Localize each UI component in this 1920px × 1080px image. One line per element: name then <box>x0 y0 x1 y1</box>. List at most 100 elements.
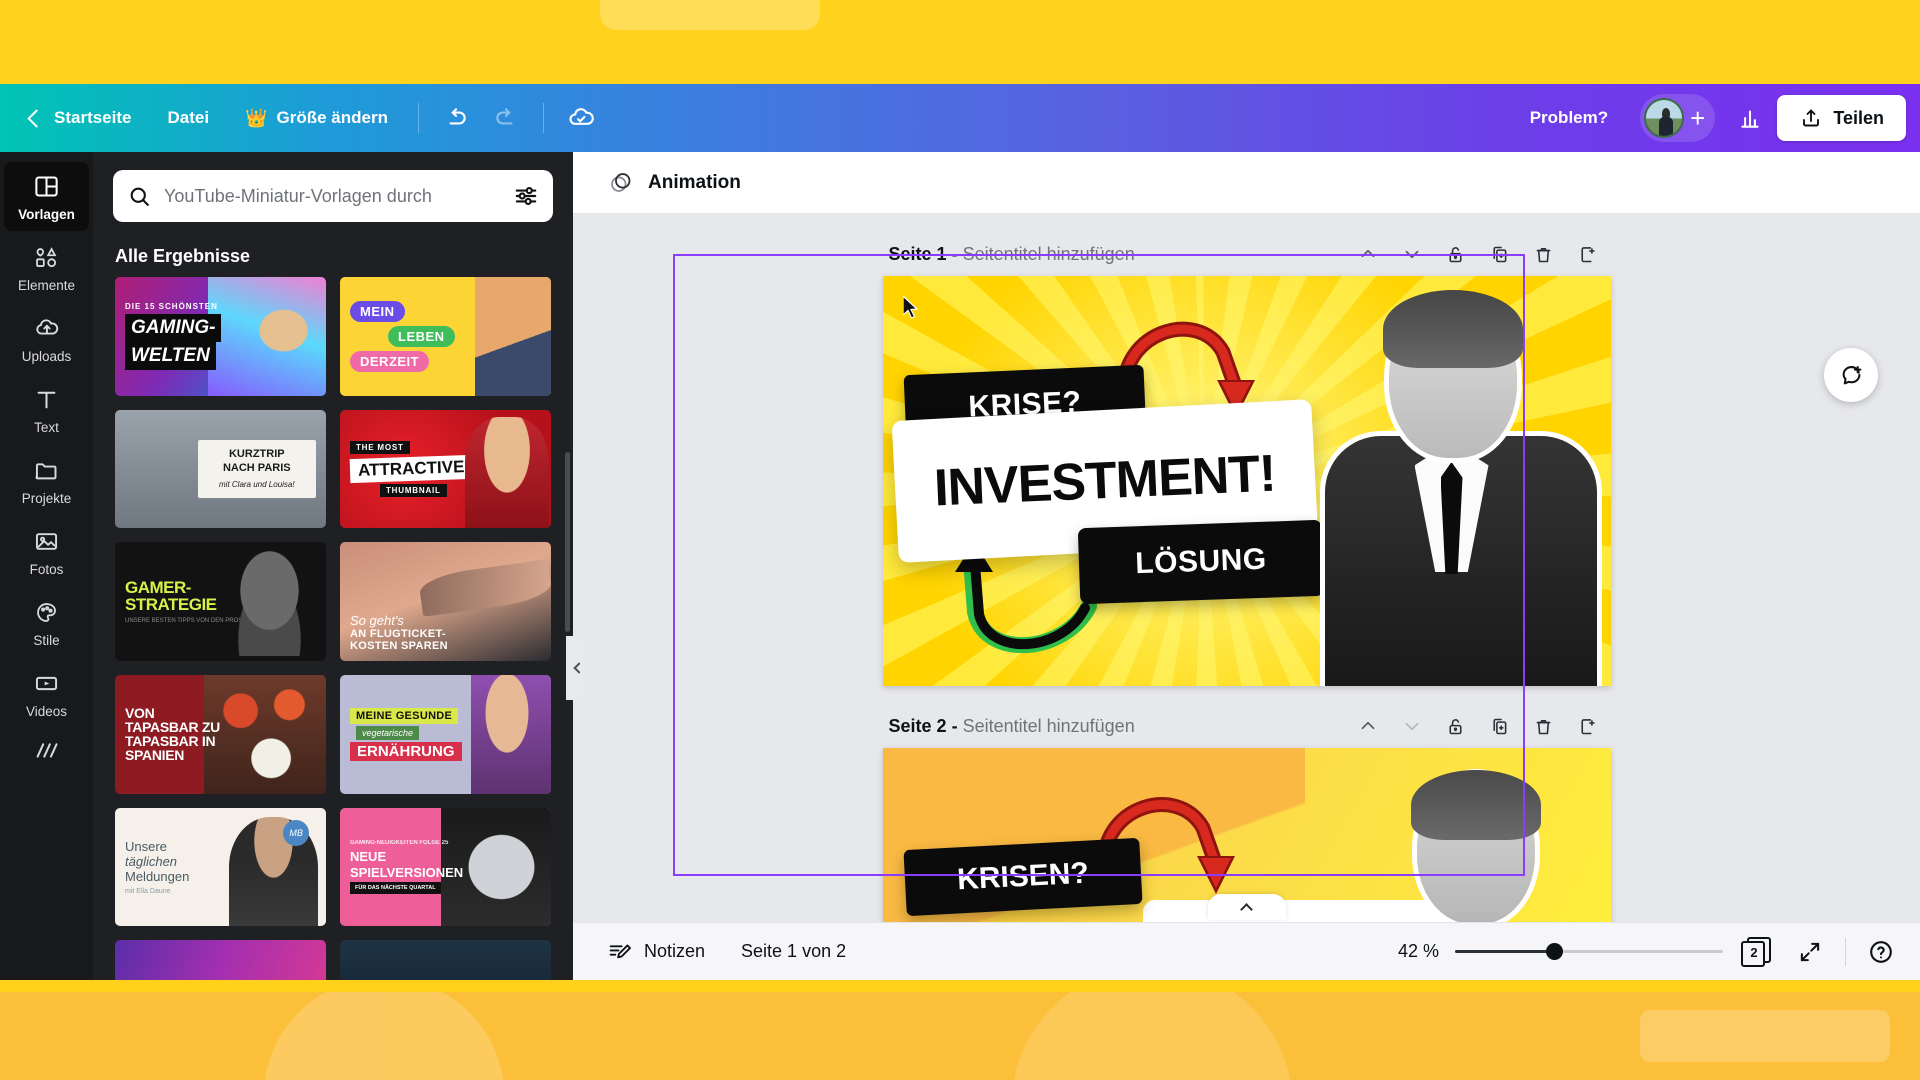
template-card[interactable]: DIE 15 SCHÖNSTEN GAMING- WELTEN <box>115 277 326 396</box>
insights-button[interactable] <box>1727 95 1773 141</box>
person-photo[interactable] <box>1311 286 1611 686</box>
background-icon <box>36 743 58 758</box>
help-button[interactable] <box>1862 933 1900 971</box>
template-card[interactable]: MEIN LEBEN DERZEIT <box>340 277 551 396</box>
lock-page-button[interactable] <box>1439 709 1473 743</box>
redo-button[interactable] <box>483 95 529 141</box>
sidebar-item-projekte[interactable]: Projekte <box>4 446 89 515</box>
delete-page-button[interactable] <box>1527 709 1561 743</box>
page-title-2[interactable]: Seite 2 - Seitentitel hinzufügen <box>889 716 1135 737</box>
animation-circles-icon <box>611 173 631 192</box>
zoom-slider[interactable] <box>1455 941 1723 963</box>
panel-scrollbar[interactable] <box>565 452 570 632</box>
badge-krisen[interactable]: KRISEN? <box>902 837 1143 917</box>
canvas-scroll-area[interactable]: Seite 1 - Seitentitel hinzufügen KRISE? … <box>573 214 1920 922</box>
delete-page-button[interactable] <box>1527 237 1561 271</box>
header-right-group: Problem? + Teilen <box>1516 94 1906 142</box>
template-card[interactable]: GAMING-NEUIGKEITEN FOLGE 25 NEUE SPIELVE… <box>340 807 551 927</box>
sidebar-item-stile[interactable]: Stile <box>4 588 89 657</box>
search-input[interactable] <box>164 185 501 207</box>
duplicate-page-button[interactable] <box>1483 237 1517 271</box>
move-page-up-button[interactable] <box>1351 237 1385 271</box>
scroll-up-chip[interactable] <box>1207 894 1286 920</box>
sidebar-item-elemente[interactable]: Elemente <box>4 233 89 302</box>
page-title-1[interactable]: Seite 1 - Seitentitel hinzufügen <box>889 244 1135 265</box>
template-line-4: mit Ella Daune <box>125 888 171 896</box>
template-main: ATTRACTIVE <box>349 454 473 484</box>
chevron-up-icon <box>1240 902 1253 916</box>
chevron-left-icon <box>572 662 585 674</box>
template-card[interactable]: MB Unsere täglichen Meldungen mit Ella D… <box>115 807 326 927</box>
template-line-2: TAPASBAR ZU <box>125 719 220 736</box>
template-card[interactable]: DIE ROOKIES IN <box>340 940 551 980</box>
header-divider-2 <box>542 103 544 133</box>
duplicate-page-icon <box>1493 246 1507 262</box>
help-question-icon <box>1870 940 1892 963</box>
person-hair <box>1382 290 1523 368</box>
browser-backdrop-bottom <box>0 992 1920 1080</box>
share-button[interactable]: Teilen <box>1777 95 1906 141</box>
template-line-1: GAMING- <box>125 314 222 343</box>
problem-button[interactable]: Problem? <box>1516 99 1622 137</box>
template-card[interactable]: VON TAPASBAR ZU TAPASBAR IN SPANIEN <box>115 675 326 794</box>
template-card[interactable]: KURZTRIP NACH PARIS mit Clara und Louisa… <box>115 409 326 529</box>
add-comment-button[interactable] <box>1824 348 1878 402</box>
notes-label: Notizen <box>644 941 706 961</box>
slider-knob[interactable] <box>1546 943 1564 960</box>
lock-page-button[interactable] <box>1439 237 1473 271</box>
template-card[interactable]: GAMER- STRATEGIE UNSERE BESTEN TIPPS VON… <box>115 542 326 662</box>
photo-icon <box>35 533 58 550</box>
sidebar-item-videos[interactable]: Videos <box>4 659 89 728</box>
left-sidebar: Vorlagen Elemente Uploads Text Projekte … <box>0 152 93 980</box>
undo-button[interactable] <box>433 95 479 141</box>
collaborators-group[interactable]: + <box>1640 94 1716 142</box>
design-canvas-page-1[interactable]: KRISE? INVESTMENT! LÖSUNG <box>882 276 1611 686</box>
template-card[interactable]: MEINE GESUNDE vegetarische ERNÄHRUNG <box>340 675 551 794</box>
template-line-1: NEUE <box>350 849 387 865</box>
page-manager-button[interactable]: 2 <box>1739 935 1775 969</box>
file-menu-button[interactable]: Datei <box>151 99 225 137</box>
badge-loesung[interactable]: LÖSUNG <box>1077 519 1324 605</box>
duplicate-page-button[interactable] <box>1483 709 1517 743</box>
template-card-label: GAMING-NEUIGKEITEN FOLGE 25 NEUE SPIELVE… <box>340 808 551 927</box>
template-line-3: TAPASBAR IN <box>125 733 216 750</box>
sidebar-item-vorlagen[interactable]: Vorlagen <box>4 162 89 231</box>
animation-button[interactable]: Animation <box>595 161 753 204</box>
template-card[interactable]: THE MOST ATTRACTIVE THUMBNAIL <box>340 409 551 529</box>
sidebar-item-uploads[interactable]: Uploads <box>4 304 89 373</box>
filter-sliders-icon[interactable] <box>513 183 539 209</box>
template-card-label: EINE BASIS <box>115 940 326 980</box>
page-separator-1: - <box>951 243 958 264</box>
add-page-button[interactable] <box>1571 237 1605 271</box>
template-card[interactable]: So geht's AN FLUGTICKET- KOSTEN SPAREN <box>340 542 551 662</box>
sidebar-item-text[interactable]: Text <box>4 375 89 444</box>
template-line-2: SPIELVERSIONEN <box>350 865 464 881</box>
sidebar-label-projekte: Projekte <box>21 491 72 506</box>
fullscreen-button[interactable] <box>1791 933 1829 971</box>
share-label: Teilen <box>1833 107 1884 128</box>
person-photo-page-2[interactable] <box>1357 770 1597 922</box>
template-bubble-1: MEIN <box>350 300 405 322</box>
template-card[interactable]: EINE BASIS <box>115 940 326 980</box>
sidebar-label-vorlagen: Vorlagen <box>18 207 75 222</box>
browser-backdrop-top <box>0 0 1920 84</box>
sidebar-item-fotos[interactable]: Fotos <box>4 517 89 586</box>
move-page-up-button[interactable] <box>1351 709 1385 743</box>
saved-status-button[interactable] <box>558 95 604 141</box>
add-page-button[interactable] <box>1571 709 1605 743</box>
page-title-placeholder-2: Seitentitel hinzufügen <box>962 715 1135 736</box>
collapse-panel-button[interactable] <box>566 636 588 700</box>
home-button[interactable]: Startseite <box>14 99 147 137</box>
problem-label: Problem? <box>1529 108 1609 127</box>
page-header-1: Seite 1 - Seitentitel hinzufügen <box>883 232 1611 276</box>
move-page-down-button[interactable] <box>1395 709 1429 743</box>
search-box[interactable] <box>113 170 553 222</box>
notes-button[interactable]: Notizen <box>593 930 719 973</box>
undo-icon <box>449 108 466 125</box>
resize-button[interactable]: 👑 Größe ändern <box>229 99 404 138</box>
sidebar-item-hintergrund[interactable] <box>4 730 89 770</box>
backdrop-decoration <box>0 992 1920 1080</box>
move-page-down-button[interactable] <box>1395 237 1429 271</box>
template-script: mit Clara und Louisa! <box>219 479 295 489</box>
shapes-icon <box>36 247 57 268</box>
